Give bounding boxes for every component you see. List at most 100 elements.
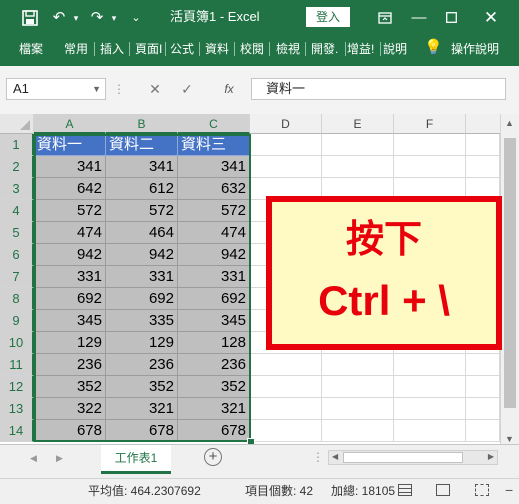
undo-icon[interactable]: ↶	[48, 0, 70, 36]
ribbon-separator	[129, 42, 130, 56]
close-icon[interactable]: ✕	[474, 0, 508, 36]
scroll-right-icon[interactable]: ▶	[488, 452, 494, 461]
scroll-left-icon[interactable]: ◀	[332, 452, 338, 461]
sign-in-button[interactable]: 登入	[306, 7, 350, 27]
row-header[interactable]: 7	[0, 266, 34, 288]
row-header[interactable]: 11	[0, 354, 34, 376]
row-header[interactable]: 4	[0, 200, 34, 222]
row-header[interactable]: 9	[0, 310, 34, 332]
redo-dropdown-icon[interactable]: ▾	[108, 0, 120, 36]
tab-help[interactable]: 說明	[383, 36, 407, 62]
empty-cell[interactable]	[394, 420, 466, 442]
row-header[interactable]: 13	[0, 398, 34, 420]
zoom-out-icon[interactable]: −	[505, 479, 513, 501]
empty-cell[interactable]	[466, 420, 500, 442]
empty-cell[interactable]	[322, 376, 394, 398]
restore-icon[interactable]	[436, 0, 466, 36]
empty-cell[interactable]	[322, 156, 394, 178]
prev-sheet-icon[interactable]: ◀	[30, 453, 37, 464]
column-header-b[interactable]: B	[106, 114, 178, 134]
empty-cell[interactable]	[322, 354, 394, 376]
customize-quick-access-icon[interactable]: ⌄	[128, 0, 144, 36]
row-header[interactable]: 10	[0, 332, 34, 354]
normal-view-icon[interactable]	[398, 484, 412, 496]
tab-view[interactable]: 檢視	[276, 36, 300, 62]
sheet-tab-1[interactable]: 工作表1	[101, 445, 171, 474]
empty-cell[interactable]	[250, 134, 322, 156]
empty-cell[interactable]	[466, 398, 500, 420]
horizontal-scrollbar[interactable]: ◀ ▶	[328, 450, 498, 465]
empty-cell[interactable]	[250, 420, 322, 442]
empty-cell[interactable]	[322, 134, 394, 156]
row-header[interactable]: 2	[0, 156, 34, 178]
name-box-value: A1	[13, 81, 29, 96]
row-header[interactable]: 12	[0, 376, 34, 398]
empty-cell[interactable]	[250, 156, 322, 178]
scroll-up-icon[interactable]: ▲	[505, 118, 514, 128]
tab-file[interactable]: 檔案	[19, 36, 43, 62]
tab-add-ins[interactable]: 增益!	[347, 36, 374, 62]
column-header-g-partial[interactable]	[466, 114, 500, 134]
undo-dropdown-icon[interactable]: ▾	[70, 0, 82, 36]
ribbon-separator	[269, 42, 270, 56]
empty-cell[interactable]	[466, 376, 500, 398]
chevron-down-icon[interactable]: ▼	[92, 79, 101, 99]
lightbulb-icon[interactable]: 💡	[424, 36, 443, 60]
horizontal-scroll-thumb[interactable]	[343, 452, 463, 463]
formula-input[interactable]: 資料一	[251, 78, 506, 100]
status-sum: 加總: 18105	[331, 484, 396, 498]
row-header[interactable]: 3	[0, 178, 34, 200]
column-header-e[interactable]: E	[322, 114, 394, 134]
ribbon-separator	[165, 42, 166, 56]
empty-cell[interactable]	[322, 398, 394, 420]
tab-insert[interactable]: 插入	[100, 36, 124, 62]
split-handle-icon[interactable]: ⋮	[312, 450, 324, 464]
empty-cell[interactable]	[466, 354, 500, 376]
empty-cell[interactable]	[322, 420, 394, 442]
empty-cell[interactable]	[394, 376, 466, 398]
tab-page-layout[interactable]: 頁面I	[135, 36, 162, 62]
tab-developer[interactable]: 開發.	[311, 36, 338, 62]
redo-icon[interactable]: ↷	[86, 0, 108, 36]
empty-cell[interactable]	[394, 134, 466, 156]
empty-cell[interactable]	[466, 134, 500, 156]
tab-data[interactable]: 資料	[205, 36, 229, 62]
insert-function-button[interactable]: fx	[212, 78, 246, 100]
enter-icon[interactable]: ✓	[172, 78, 202, 100]
select-all-corner[interactable]	[0, 114, 34, 134]
page-layout-view-icon[interactable]	[436, 484, 450, 496]
save-icon[interactable]	[18, 0, 42, 36]
row-header[interactable]: 6	[0, 244, 34, 266]
empty-cell[interactable]	[250, 376, 322, 398]
more-icon: ⋮	[113, 82, 125, 96]
column-header-f[interactable]: F	[394, 114, 466, 134]
cancel-icon[interactable]: ✕	[140, 78, 170, 100]
empty-cell[interactable]	[394, 354, 466, 376]
scroll-down-icon[interactable]: ▼	[505, 434, 514, 444]
empty-cell[interactable]	[250, 354, 322, 376]
next-sheet-icon[interactable]: ▶	[56, 453, 63, 464]
tell-me-search[interactable]: 操作說明	[451, 36, 499, 62]
row-header[interactable]: 5	[0, 222, 34, 244]
scroll-thumb[interactable]	[504, 138, 516, 408]
page-break-view-icon[interactable]	[475, 484, 489, 496]
row-header[interactable]: 14	[0, 420, 34, 442]
column-header-c[interactable]: C	[178, 114, 250, 134]
empty-cell[interactable]	[394, 156, 466, 178]
name-box[interactable]: A1 ▼	[6, 78, 106, 100]
tab-home[interactable]: 常用	[64, 36, 88, 62]
add-sheet-icon[interactable]: +	[204, 448, 222, 466]
tab-formulas[interactable]: 公式	[170, 36, 194, 62]
column-header-a[interactable]: A	[34, 114, 106, 134]
empty-cell[interactable]	[394, 398, 466, 420]
ribbon-display-options-icon[interactable]	[372, 0, 398, 36]
minimize-icon[interactable]: —	[404, 0, 434, 36]
tab-review[interactable]: 校閱	[240, 36, 264, 62]
empty-cell[interactable]	[250, 398, 322, 420]
row-header[interactable]: 8	[0, 288, 34, 310]
vertical-scrollbar[interactable]: ▲ ▼	[500, 114, 519, 454]
ribbon-separator	[94, 42, 95, 56]
row-header[interactable]: 1	[0, 134, 34, 156]
column-header-d[interactable]: D	[250, 114, 322, 134]
empty-cell[interactable]	[466, 156, 500, 178]
